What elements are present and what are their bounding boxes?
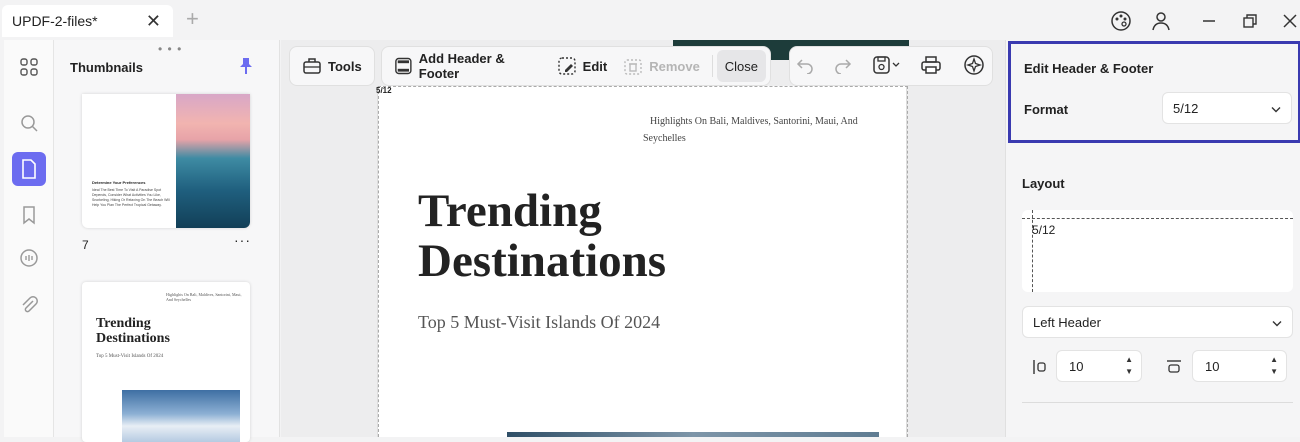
account-icon[interactable] — [1148, 8, 1174, 34]
remove-label: Remove — [649, 58, 700, 74]
thumb7-body: Ideal The Best Time To Visit A Paradise … — [92, 188, 170, 207]
remove-button[interactable]: Remove — [615, 50, 708, 82]
format-value: 5/12 — [1173, 100, 1199, 116]
redo-icon[interactable] — [834, 56, 852, 77]
top-margin-value: 10 — [1205, 358, 1220, 374]
comment-icon[interactable] — [12, 242, 46, 276]
undo-icon[interactable] — [796, 56, 814, 77]
thumbnails-title: Thumbnails — [70, 60, 143, 75]
pin-icon[interactable] — [238, 56, 254, 81]
add-header-footer-button[interactable]: Add Header & Footer — [386, 50, 549, 82]
close-tab-icon[interactable]: ✕ — [146, 11, 161, 32]
document-tab[interactable]: UPDF-2-files* ✕ — [2, 5, 173, 37]
tools-button[interactable]: Tools — [294, 50, 370, 82]
bookmark-icon[interactable] — [12, 198, 46, 232]
document-canvas: Tools Add Header & Footer Edit Remove Cl… — [281, 40, 1005, 437]
page-marker-text: 5/12 — [376, 86, 392, 95]
left-margin-value: 10 — [1069, 358, 1084, 374]
chevron-down-icon — [1271, 101, 1281, 116]
left-margin-icon — [1032, 359, 1048, 380]
edit-label: Edit — [582, 58, 608, 74]
preview-horizontal-guide — [1022, 218, 1293, 219]
sunset-ocean-image — [176, 94, 250, 228]
position-value: Left Header — [1033, 314, 1101, 330]
panel-divider — [1022, 402, 1293, 403]
subtitle-text: Top 5 Must-Visit Islands Of 2024 — [418, 312, 661, 332]
grid-view-icon[interactable] — [12, 50, 46, 84]
toolbar-divider — [711, 55, 713, 77]
format-select[interactable]: 5/12 — [1162, 92, 1292, 124]
left-margin-stepper[interactable]: 10 ▲ ▼ — [1056, 350, 1142, 382]
resize-grip-icon[interactable]: • • • — [158, 42, 182, 56]
format-label: Format — [1024, 102, 1069, 117]
left-tool-rail — [4, 40, 54, 437]
close-button[interactable]: Close — [716, 50, 766, 82]
remove-icon — [624, 59, 642, 75]
edit-pattern-icon — [557, 57, 576, 75]
stepper-arrows-icon[interactable]: ▲ ▼ — [1125, 354, 1133, 378]
thumb8-title: Trending Destinations — [96, 316, 170, 346]
title-line1: Trending — [418, 185, 602, 237]
header-footer-toolbar: Add Header & Footer Edit Remove Close — [381, 46, 771, 86]
theme-palette-icon[interactable] — [1108, 8, 1134, 34]
top-margin-icon — [1166, 359, 1182, 380]
toolbox-icon — [303, 58, 321, 74]
header-text-line1: Highlights On Bali, Maldives, Santorini,… — [650, 116, 858, 127]
thumb7-page-number: 7 — [82, 238, 89, 252]
top-margin-stepper[interactable]: 10 ▲ ▼ — [1192, 350, 1287, 382]
thumbnail-page-7[interactable]: Determine Your Preferences Ideal The Bes… — [82, 94, 250, 228]
preview-text: 5/12 — [1032, 223, 1056, 237]
page-image-top — [507, 432, 879, 437]
attachment-icon[interactable] — [12, 288, 46, 322]
document-page: 5/12 Highlights On Bali, Maldives, Santo… — [376, 86, 908, 437]
header-text-line2: Seychelles — [643, 133, 686, 144]
minimize-icon[interactable] — [1196, 8, 1222, 34]
new-tab-button[interactable]: + — [186, 6, 199, 32]
title-bar: UPDF-2-files* ✕ + — [0, 0, 1300, 40]
save-icon[interactable] — [872, 55, 900, 78]
actions-toolbar — [789, 46, 993, 86]
position-select[interactable]: Left Header — [1022, 306, 1293, 338]
header-footer-icon — [395, 57, 412, 75]
stepper-arrows-icon[interactable]: ▲ ▼ — [1270, 354, 1278, 378]
format-section: Edit Header & Footer Format 5/12 — [1008, 41, 1300, 143]
thumb7-more-icon[interactable]: ··· — [234, 232, 251, 248]
page-thumbnails-icon[interactable] — [12, 152, 46, 186]
layout-label: Layout — [1022, 176, 1065, 191]
header-footer-settings-panel: Edit Header & Footer Format 5/12 Layout … — [1005, 40, 1300, 437]
section-title: Edit Header & Footer — [1024, 61, 1154, 76]
print-icon[interactable] — [920, 55, 942, 78]
chevron-down-icon — [1272, 315, 1282, 330]
add-header-footer-label: Add Header & Footer — [418, 51, 505, 81]
thumb8-header: Highlights On Bali, Maldives, Santorini,… — [166, 292, 242, 302]
close-window-icon[interactable] — [1277, 8, 1300, 34]
thumbnail-page-8[interactable]: Highlights On Bali, Maldives, Santorini,… — [82, 282, 250, 442]
sky-clouds-image — [122, 390, 240, 442]
thumb7-heading: Determine Your Preferences — [92, 180, 146, 185]
search-icon[interactable] — [12, 106, 46, 140]
thumb8-subtitle: Top 5 Must-Visit Islands Of 2024 — [96, 354, 164, 359]
edit-button[interactable]: Edit — [549, 50, 616, 82]
thumbnails-panel: • • • Thumbnails Determine Your Preferen… — [54, 40, 280, 442]
restore-icon[interactable] — [1237, 8, 1263, 34]
tab-label: UPDF-2-files* — [12, 13, 98, 29]
tools-label: Tools — [328, 58, 362, 74]
tools-group: Tools — [289, 46, 375, 86]
ai-assistant-icon[interactable] — [962, 53, 986, 80]
title-line2: Destinations — [418, 235, 667, 287]
layout-preview: 5/12 — [1022, 210, 1293, 292]
